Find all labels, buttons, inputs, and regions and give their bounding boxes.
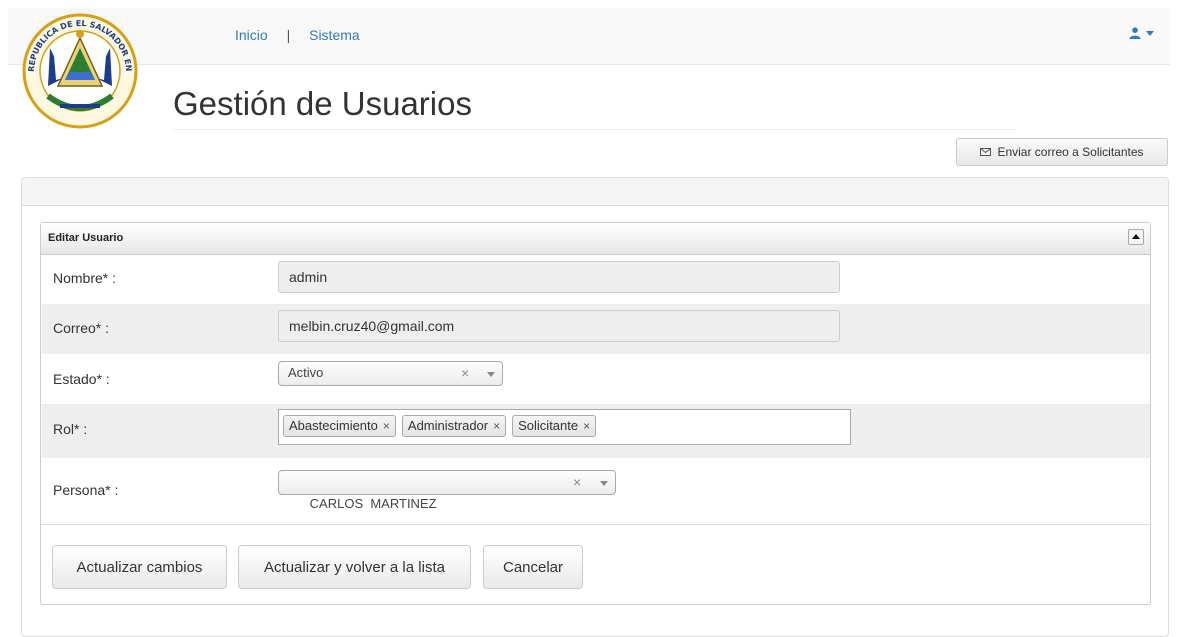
user-icon	[1129, 27, 1141, 39]
correo-label: Correo* :	[53, 320, 110, 336]
user-menu-button[interactable]	[1129, 27, 1154, 39]
rol-label: Rol* :	[53, 421, 88, 437]
rol-tag-label: Solicitante	[518, 418, 579, 433]
row-estado: Estado* : Activo ×	[42, 354, 1150, 404]
update-button[interactable]: Actualizar cambios	[52, 545, 227, 589]
estado-label: Estado* :	[53, 371, 110, 387]
form-actions-divider	[41, 524, 1150, 525]
rol-tag: Administrador ×	[401, 415, 507, 437]
persona-selected-value: CARLOS MARTINEZ	[309, 496, 437, 511]
nombre-label: Nombre* :	[53, 270, 117, 286]
collapse-toggle-button[interactable]	[1128, 229, 1144, 245]
correo-input[interactable]: melbin.cruz40@gmail.com	[278, 310, 840, 342]
nav-link-inicio[interactable]: Inicio	[235, 27, 268, 43]
send-email-label: Enviar correo a Solicitantes	[997, 145, 1144, 159]
rol-tag-remove-icon[interactable]: ×	[383, 416, 390, 436]
main-nav: Inicio | Sistema	[235, 27, 360, 43]
row-nombre: Nombre* : admin	[42, 254, 1150, 304]
persona-clear-icon[interactable]: ×	[573, 471, 581, 493]
page-title: Gestión de Usuarios	[173, 84, 1017, 130]
edit-user-title: Editar Usuario	[48, 232, 124, 244]
row-correo: Correo* : melbin.cruz40@gmail.com	[42, 304, 1150, 354]
edit-user-header: Editar Usuario	[41, 223, 1150, 255]
rol-multiselect[interactable]: Abastecimiento × Administrador × Solicit…	[278, 409, 851, 445]
estado-selected-value: Activo	[288, 365, 324, 380]
cancel-button[interactable]: Cancelar	[483, 545, 583, 589]
caret-down-icon	[1146, 30, 1154, 36]
rol-tag-label: Abastecimiento	[289, 418, 378, 433]
rol-tag: Solicitante ×	[512, 415, 597, 437]
persona-dropdown-arrow-icon	[600, 481, 608, 486]
nav-separator: |	[286, 27, 291, 43]
persona-label: Persona* :	[53, 482, 119, 498]
update-and-return-button[interactable]: Actualizar y volver a la lista	[238, 545, 471, 589]
row-rol: Rol* : Abastecimiento × Administrador × …	[42, 404, 1150, 458]
edit-user-box: Editar Usuario Nombre* : admin Correo* :…	[40, 222, 1151, 605]
top-navbar: Inicio | Sistema	[8, 8, 1170, 65]
rol-tag-remove-icon[interactable]: ×	[493, 416, 500, 436]
row-persona: Persona* : CARLOS MARTINEZ ×	[42, 458, 1150, 518]
envelope-icon	[980, 148, 992, 156]
estado-select[interactable]: Activo ×	[278, 361, 503, 386]
el-salvador-coat-of-arms-logo: REPUBLICA DE EL SALVADOR EN LA AMERICA C…	[20, 8, 138, 129]
rol-tag: Abastecimiento ×	[283, 415, 396, 437]
estado-clear-icon[interactable]: ×	[461, 362, 469, 384]
persona-select[interactable]: CARLOS MARTINEZ ×	[278, 470, 616, 511]
rol-tag-remove-icon[interactable]: ×	[583, 416, 590, 436]
nombre-input[interactable]: admin	[278, 261, 840, 293]
estado-dropdown-arrow-icon	[487, 372, 495, 377]
content-panel-header	[22, 178, 1168, 206]
rol-tag-label: Administrador	[407, 418, 489, 433]
nav-link-sistema[interactable]: Sistema	[309, 27, 360, 43]
send-email-button[interactable]: Enviar correo a Solicitantes	[956, 138, 1168, 166]
